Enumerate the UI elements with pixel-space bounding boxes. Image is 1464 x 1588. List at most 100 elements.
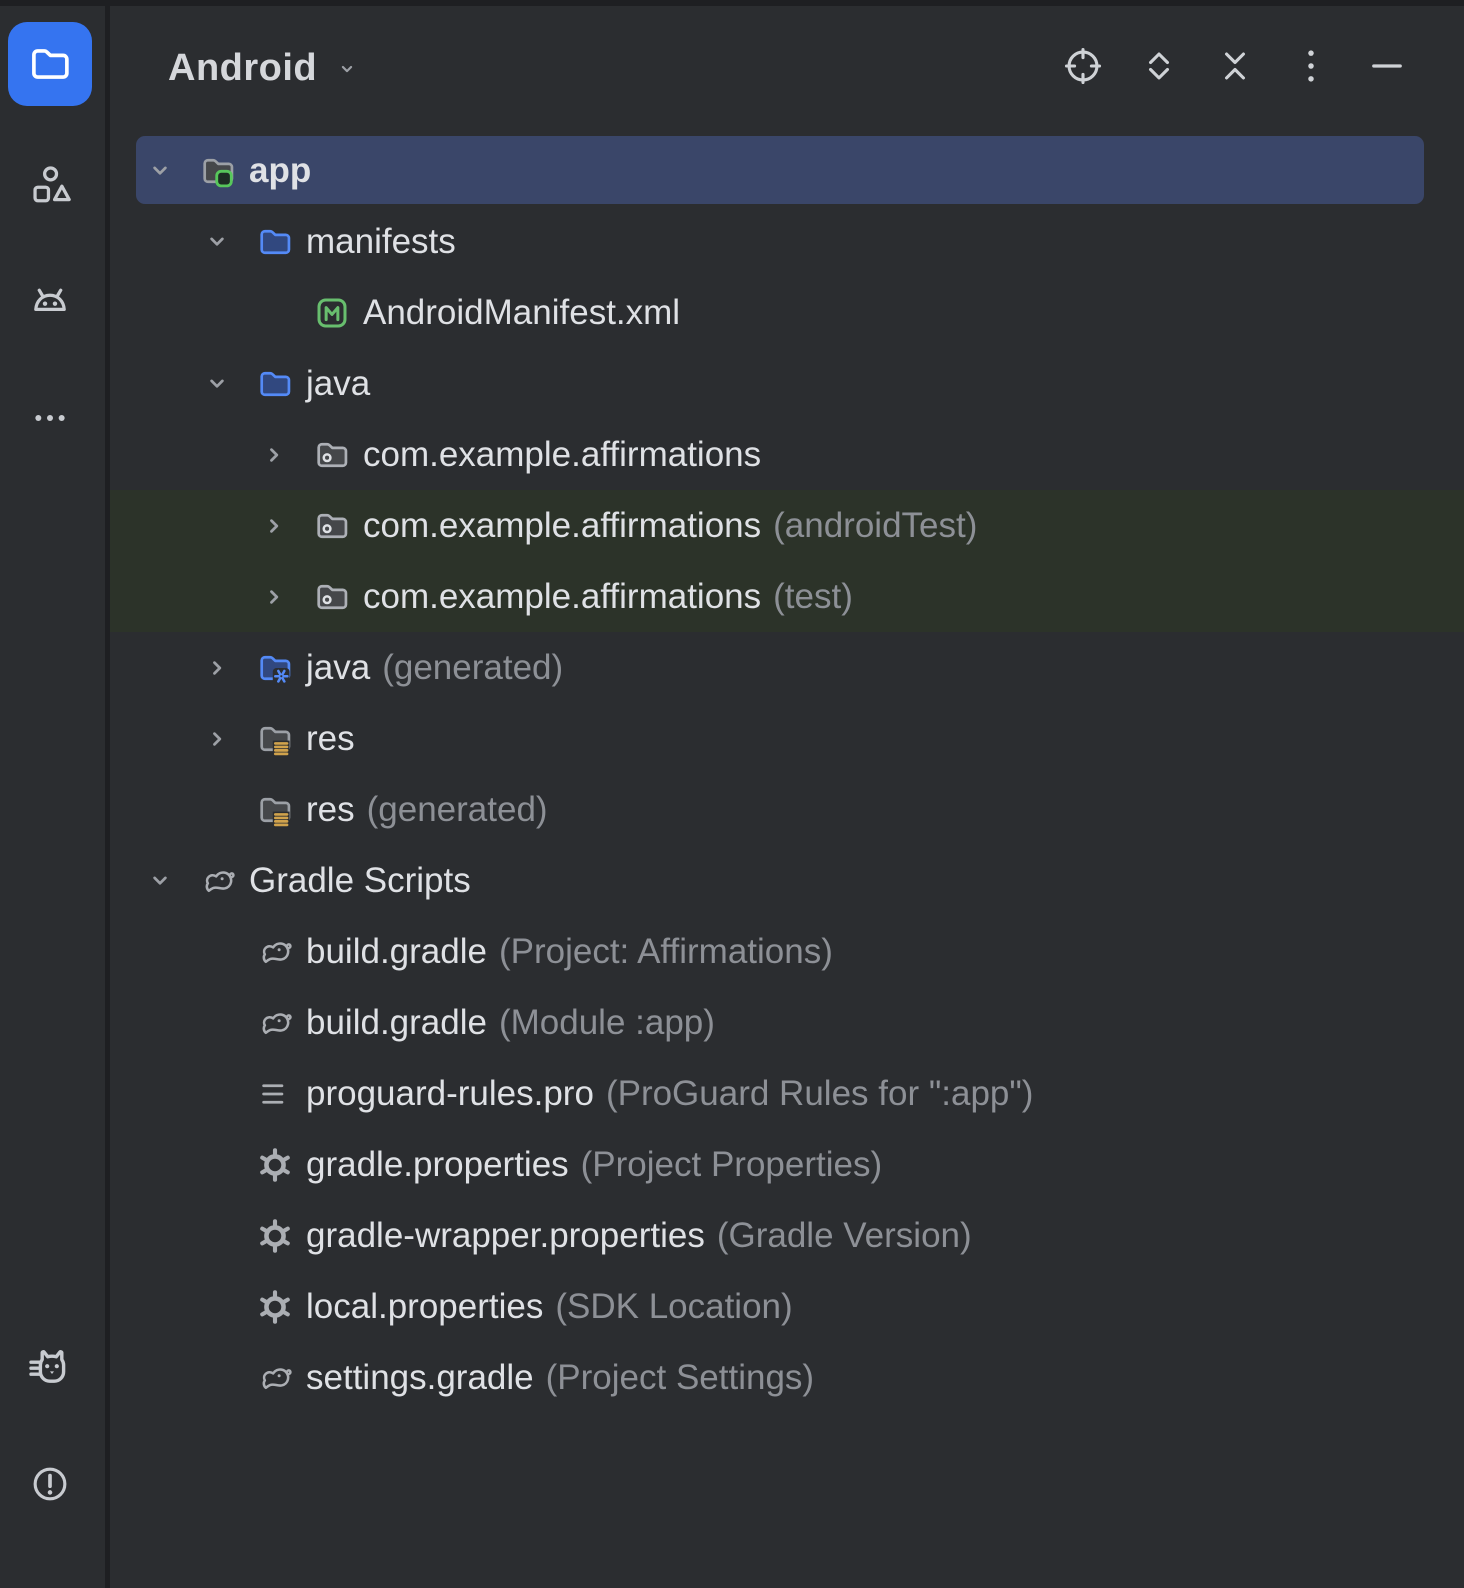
indent (110, 312, 257, 313)
manifest-file-icon (313, 294, 351, 332)
tree-row[interactable]: AndroidManifest.xml (110, 277, 1464, 348)
tree-row[interactable]: gradle-wrapper.properties (Gradle Versio… (110, 1200, 1464, 1271)
tree-row-label: local.properties (306, 1287, 543, 1327)
tree-row-label: Gradle Scripts (249, 861, 471, 901)
hide-panel-button[interactable] (1365, 47, 1409, 91)
folder-generated-icon (256, 649, 294, 687)
tree-row-annotation: (generated) (382, 648, 563, 688)
tree-row[interactable]: build.gradle (Module :app) (110, 987, 1464, 1058)
target-icon (1061, 44, 1105, 93)
indent (110, 1377, 200, 1378)
tree-row-label: gradle-wrapper.properties (306, 1216, 705, 1256)
project-panel-header: Android (110, 6, 1464, 131)
indent (110, 1306, 200, 1307)
chevron-down-icon[interactable] (200, 367, 256, 401)
expand-all-icon (1137, 44, 1181, 93)
chevron-right-icon[interactable] (257, 509, 313, 543)
chevron-down-icon[interactable] (143, 864, 199, 898)
folder-blue-icon (256, 365, 294, 403)
indent (110, 454, 257, 455)
gradle-elephant-icon (256, 1359, 294, 1397)
folder-icon (27, 41, 73, 87)
tree-row[interactable]: com.example.affirmations (test) (110, 561, 1464, 632)
tree-row-label: com.example.affirmations (363, 506, 761, 546)
more-tool-windows-button[interactable] (8, 376, 92, 460)
tree-row-label: java (306, 648, 370, 688)
indent (110, 880, 143, 881)
package-folder-icon (313, 507, 351, 545)
project-tree: app manifests AndroidManifest.xml java c… (110, 135, 1464, 1588)
locate-opened-file-button[interactable] (1061, 47, 1105, 91)
tree-row-annotation: (generated) (367, 790, 548, 830)
tool-window-bar (0, 6, 110, 1588)
folder-res-icon (256, 791, 294, 829)
android-studio-project-panel: { "header": { "title": "Android", "actio… (0, 0, 1464, 1588)
folder-res-icon (256, 720, 294, 758)
tree-row[interactable]: res (generated) (110, 774, 1464, 845)
tree-row-label: settings.gradle (306, 1358, 534, 1398)
tree-row[interactable]: proguard-rules.pro (ProGuard Rules for "… (110, 1058, 1464, 1129)
tree-row[interactable]: gradle.properties (Project Properties) (110, 1129, 1464, 1200)
tree-row-label: manifests (306, 222, 456, 262)
tree-row[interactable]: build.gradle (Project: Affirmations) (110, 916, 1464, 987)
view-selector[interactable]: Android (168, 47, 361, 90)
chevron-down-icon[interactable] (143, 154, 199, 188)
tree-row[interactable]: java (generated) (110, 632, 1464, 703)
gear-icon (256, 1288, 294, 1326)
tree-row-annotation: (test) (773, 577, 853, 617)
problems-icon (28, 1462, 72, 1506)
package-folder-icon (313, 436, 351, 474)
options-menu-button[interactable] (1289, 47, 1333, 91)
android-tool-button[interactable] (8, 258, 92, 342)
tree-row-label: app (249, 151, 311, 191)
tree-row-label: AndroidManifest.xml (363, 293, 680, 333)
tree-row[interactable]: settings.gradle (Project Settings) (110, 1342, 1464, 1413)
tree-row-label: com.example.affirmations (363, 577, 761, 617)
indent (110, 1093, 200, 1094)
chevron-right-icon[interactable] (200, 651, 256, 685)
tree-row[interactable]: java (110, 348, 1464, 419)
indent (110, 170, 143, 171)
tree-row-annotation: (Project Properties) (581, 1145, 882, 1185)
logcat-icon (26, 1343, 74, 1391)
tree-row-annotation: (Module :app) (499, 1003, 715, 1043)
panel-title[interactable]: Android (168, 47, 317, 90)
chevron-down-icon[interactable] (200, 225, 256, 259)
expand-all-button[interactable] (1137, 47, 1181, 91)
chevron-right-icon[interactable] (200, 722, 256, 756)
package-folder-icon (313, 578, 351, 616)
chevron-right-icon[interactable] (257, 580, 313, 614)
project-tool-button[interactable] (8, 22, 92, 106)
collapse-all-button[interactable] (1213, 47, 1257, 91)
tree-row[interactable]: com.example.affirmations (110, 419, 1464, 490)
indent (110, 667, 200, 668)
logcat-tool-button[interactable] (8, 1325, 92, 1409)
structure-icon (27, 162, 73, 208)
indent (110, 383, 200, 384)
tree-row[interactable]: manifests (110, 206, 1464, 277)
project-panel: Android app manifests (110, 6, 1464, 1588)
tree-row-label: build.gradle (306, 932, 487, 972)
ellipsis-icon (30, 398, 70, 438)
tree-row-label: build.gradle (306, 1003, 487, 1043)
kebab-icon (1289, 44, 1333, 93)
tree-row-annotation: (Project: Affirmations) (499, 932, 833, 972)
indent (110, 241, 200, 242)
tree-row[interactable]: Gradle Scripts (110, 845, 1464, 916)
chevron-right-icon[interactable] (257, 438, 313, 472)
tree-row-annotation: (Gradle Version) (717, 1216, 972, 1256)
tree-row[interactable]: com.example.affirmations (androidTest) (110, 490, 1464, 561)
chevron-down-icon (333, 55, 361, 83)
tree-row-annotation: (Project Settings) (546, 1358, 814, 1398)
structure-tool-button[interactable] (8, 143, 92, 227)
indent (110, 951, 200, 952)
tree-row[interactable]: res (110, 703, 1464, 774)
tree-row-label: proguard-rules.pro (306, 1074, 594, 1114)
tree-row[interactable]: local.properties (SDK Location) (110, 1271, 1464, 1342)
indent (110, 1235, 200, 1236)
panel-header-actions (1061, 47, 1409, 91)
indent (110, 809, 200, 810)
indent (110, 596, 257, 597)
tree-row[interactable]: app (110, 135, 1464, 206)
problems-tool-button[interactable] (8, 1442, 92, 1526)
